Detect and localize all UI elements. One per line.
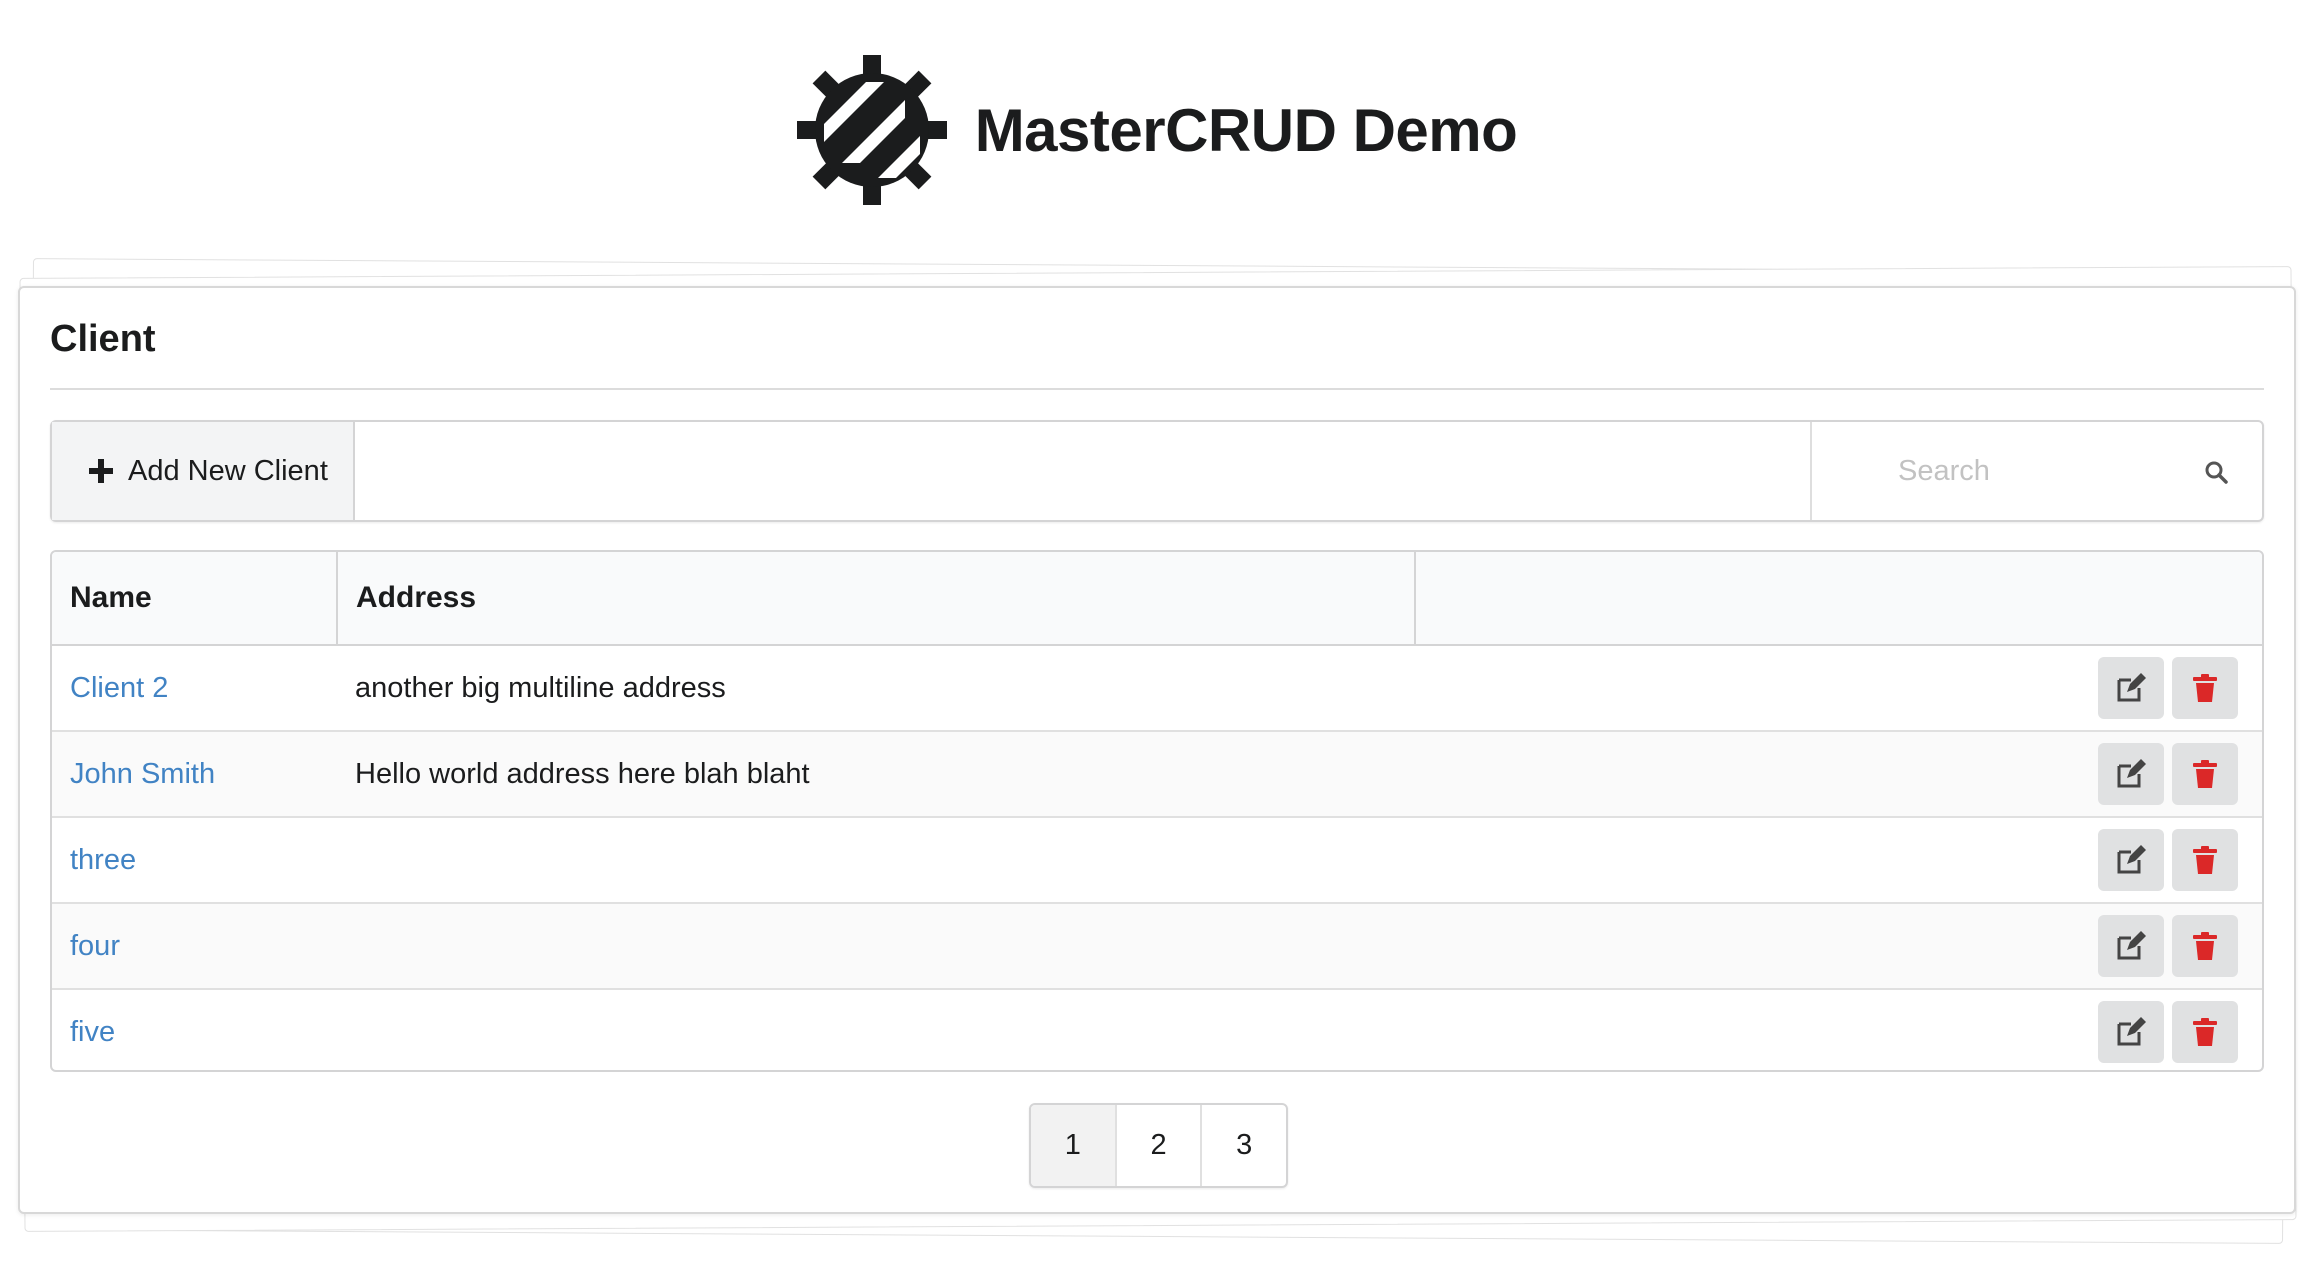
row-address-cell (337, 902, 1415, 989)
page-button-3[interactable]: 3 (1200, 1105, 1286, 1186)
edit-icon (2117, 673, 2146, 702)
edit-button[interactable] (2098, 829, 2164, 891)
row-name-cell: John Smith (52, 730, 337, 817)
client-name-link[interactable]: three (70, 844, 136, 876)
column-header-actions (1414, 552, 2262, 646)
client-table: Name Address Client 2 another big multil… (50, 550, 2264, 1072)
row-address-cell (337, 988, 1415, 1070)
pagination: 1 2 3 (1029, 1103, 1288, 1188)
row-actions (1415, 816, 2262, 903)
client-name-link[interactable]: five (70, 1016, 115, 1048)
column-header-address: Address (336, 552, 1415, 646)
delete-button[interactable] (2172, 915, 2238, 977)
client-name-link[interactable]: Client 2 (70, 672, 168, 704)
card-divider (50, 388, 2264, 390)
column-header-name: Name (52, 552, 337, 646)
trash-icon (2193, 674, 2217, 702)
page-button-2[interactable]: 2 (1114, 1105, 1201, 1186)
delete-button[interactable] (2172, 657, 2238, 719)
client-card: Client Add New Client Search Name Addres… (18, 286, 2296, 1214)
edit-button[interactable] (2098, 743, 2164, 805)
row-name-cell: Client 2 (52, 645, 337, 731)
edit-button[interactable] (2098, 1001, 2164, 1063)
edit-icon (2117, 845, 2146, 874)
delete-button[interactable] (2172, 1001, 2238, 1063)
row-actions (1415, 645, 2262, 731)
row-address-cell: another big multiline address (355, 671, 726, 704)
card-title: Client (50, 318, 156, 360)
row-actions (1415, 902, 2262, 989)
gear-crud-logo-icon (796, 55, 947, 205)
search-icon[interactable] (2204, 460, 2228, 484)
row-address-cell: Hello world address here blah blaht (337, 730, 1415, 817)
row-name-cell: four (52, 902, 337, 989)
search-input[interactable] (1812, 422, 2262, 520)
row-name-cell: five (52, 988, 337, 1070)
client-name-link[interactable]: John Smith (70, 758, 215, 790)
app-title: MasterCRUD Demo (974, 96, 1518, 164)
app-header: MasterCRUD Demo (0, 55, 2314, 205)
table-row: Client 2 another big multiline address (52, 645, 2262, 731)
search-box (1810, 422, 2262, 520)
table-header-row: Name Address (52, 552, 2262, 646)
plus-icon (89, 459, 113, 483)
add-new-client-button[interactable]: Add New Client (52, 422, 355, 520)
crud-toolbar: Add New Client (50, 420, 2264, 522)
trash-icon (2193, 846, 2217, 874)
row-name-cell: three (52, 816, 337, 903)
edit-button[interactable] (2098, 657, 2164, 719)
edit-button[interactable] (2098, 915, 2164, 977)
row-actions (1415, 988, 2262, 1070)
table-row: three (52, 816, 2262, 903)
delete-button[interactable] (2172, 743, 2238, 805)
table-row: five (52, 988, 2262, 1070)
table-row: John Smith Hello world address here blah… (52, 730, 2262, 817)
trash-icon (2193, 1018, 2217, 1046)
row-actions (1415, 730, 2262, 817)
row-address-cell (337, 816, 1415, 903)
trash-icon (2193, 932, 2217, 960)
client-name-link[interactable]: four (70, 930, 120, 962)
edit-icon (2117, 1017, 2146, 1046)
trash-icon (2193, 760, 2217, 788)
delete-button[interactable] (2172, 829, 2238, 891)
edit-icon (2117, 759, 2146, 788)
add-new-client-label: Add New Client (128, 454, 328, 487)
table-row: four (52, 902, 2262, 989)
edit-icon (2117, 931, 2146, 960)
page-button-1[interactable]: 1 (1031, 1105, 1115, 1186)
